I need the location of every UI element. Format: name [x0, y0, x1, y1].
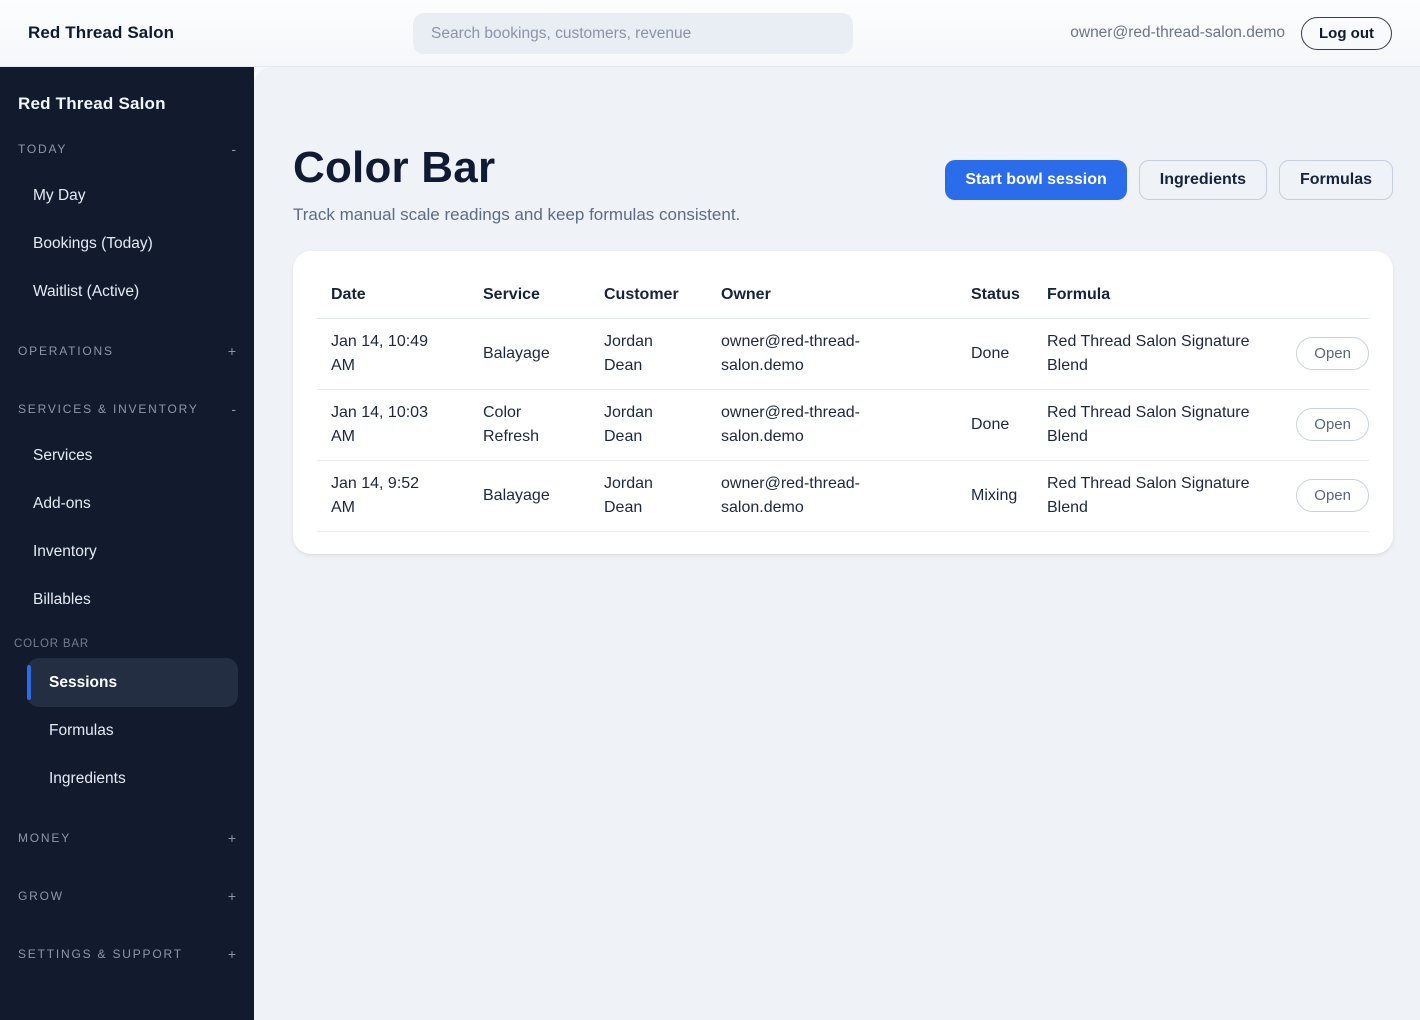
cell-owner: owner@red-thread-salon.demo: [707, 460, 957, 532]
ingredients-button[interactable]: Ingredients: [1138, 160, 1267, 200]
sidebar-item-ingredients[interactable]: Ingredients: [0, 755, 254, 803]
formulas-button[interactable]: Formulas: [1278, 160, 1393, 200]
sidebar-section-label: GROW: [18, 889, 64, 903]
sidebar-section-settings-support[interactable]: SETTINGS & SUPPORT +: [0, 931, 254, 977]
sidebar-item-label: Ingredients: [49, 770, 126, 787]
open-session-button[interactable]: Open: [1296, 479, 1369, 513]
sidebar-section-label: TODAY: [18, 142, 68, 156]
cell-formula: Red Thread Salon Signature Blend: [1033, 460, 1280, 532]
cell-date: Jan 14, 9:52 AM: [317, 460, 469, 532]
cell-owner: owner@red-thread-salon.demo: [707, 389, 957, 461]
col-header-date: Date: [317, 271, 469, 319]
start-bowl-session-button[interactable]: Start bowl session: [945, 160, 1127, 200]
cell-status: Done: [957, 389, 1033, 461]
page-header: Color Bar Track manual scale readings an…: [293, 142, 1393, 225]
sidebar-section-today[interactable]: TODAY -: [0, 126, 254, 172]
cell-service: Balayage: [469, 460, 590, 532]
sidebar-item-billables[interactable]: Billables: [0, 576, 254, 624]
logout-button[interactable]: Log out: [1301, 16, 1392, 50]
sidebar-item-services[interactable]: Services: [0, 432, 254, 480]
sidebar-section-money[interactable]: MONEY +: [0, 815, 254, 861]
table-body: Jan 14, 10:49 AM Balayage Jordan Dean owner…: [317, 318, 1369, 532]
sidebar-item-waitlist-active[interactable]: Waitlist (Active): [0, 268, 254, 316]
open-session-button[interactable]: Open: [1296, 408, 1369, 442]
sidebar-section-label: MONEY: [18, 831, 72, 845]
top-bar-right: owner@red-thread-salon.demo Log out: [1070, 16, 1392, 50]
app-body: Red Thread Salon TODAY - My Day Bookings (T…: [0, 67, 1420, 1020]
sidebar-item-label: Formulas: [49, 722, 114, 739]
expand-icon: +: [227, 946, 236, 962]
user-email: owner@red-thread-salon.demo: [1070, 24, 1286, 41]
col-header-actions: [1280, 271, 1369, 319]
cell-action: Open: [1280, 389, 1369, 461]
sidebar-section-label: SERVICES & INVENTORY: [18, 402, 199, 416]
sidebar-section-grow[interactable]: GROW +: [0, 873, 254, 919]
active-indicator-bar: [27, 665, 31, 700]
sidebar-subgroup-color-bar: COLOR BAR: [14, 638, 89, 650]
sidebar-item-add-ons[interactable]: Add-ons: [0, 480, 254, 528]
expand-icon: +: [227, 343, 236, 359]
page-actions: Start bowl session Ingredients Formulas: [945, 160, 1393, 200]
col-header-status: Status: [957, 271, 1033, 319]
sidebar: Red Thread Salon TODAY - My Day Bookings (T…: [0, 67, 254, 1020]
cell-action: Open: [1280, 318, 1369, 390]
table-header-row: Date Service Customer Owner Status Formu…: [317, 271, 1369, 319]
open-session-button[interactable]: Open: [1296, 337, 1369, 371]
cell-status: Done: [957, 318, 1033, 390]
col-header-owner: Owner: [707, 271, 957, 319]
cell-customer: Jordan Dean: [590, 389, 707, 461]
cell-date: Jan 14, 10:03 AM: [317, 389, 469, 461]
collapse-icon: -: [231, 141, 236, 157]
cell-customer: Jordan Dean: [590, 318, 707, 390]
sidebar-section-services-inventory[interactable]: SERVICES & INVENTORY -: [0, 386, 254, 432]
cell-action: Open: [1280, 460, 1369, 532]
expand-icon: +: [227, 830, 236, 846]
main-content: Color Bar Track manual scale readings an…: [254, 67, 1420, 1020]
cell-formula: Red Thread Salon Signature Blend: [1033, 389, 1280, 461]
cell-customer: Jordan Dean: [590, 460, 707, 532]
table-row: Jan 14, 10:03 AM Color Refresh Jordan Dean…: [317, 389, 1369, 461]
sidebar-title: Red Thread Salon: [18, 94, 166, 113]
cell-status: Mixing: [957, 460, 1033, 532]
page-header-text: Color Bar Track manual scale readings an…: [293, 142, 740, 225]
top-bar: Red Thread Salon owner@red-thread-salon.…: [0, 0, 1420, 67]
table-row: Jan 14, 10:49 AM Balayage Jordan Dean owner…: [317, 318, 1369, 390]
sessions-table: Date Service Customer Owner Status Formu…: [317, 271, 1369, 532]
cell-date: Jan 14, 10:49 AM: [317, 318, 469, 390]
sidebar-item-my-day[interactable]: My Day: [0, 172, 254, 220]
sidebar-item-label: Sessions: [49, 673, 118, 691]
sidebar-section-label: SETTINGS & SUPPORT: [18, 947, 183, 961]
page-title: Color Bar: [293, 143, 496, 192]
col-header-customer: Customer: [590, 271, 707, 319]
sidebar-nav: TODAY - My Day Bookings (Today) Waitlist (Ac…: [0, 126, 254, 977]
cell-formula: Red Thread Salon Signature Blend: [1033, 318, 1280, 390]
sidebar-section-operations[interactable]: OPERATIONS +: [0, 328, 254, 374]
cell-service: Color Refresh: [469, 389, 590, 461]
cell-service: Balayage: [469, 318, 590, 390]
expand-icon: +: [227, 888, 236, 904]
app-brand: Red Thread Salon: [28, 23, 175, 42]
cell-owner: owner@red-thread-salon.demo: [707, 318, 957, 390]
sidebar-item-inventory[interactable]: Inventory: [0, 528, 254, 576]
col-header-service: Service: [469, 271, 590, 319]
table-row: Jan 14, 9:52 AM Balayage Jordan Dean owner@…: [317, 460, 1369, 532]
search-input[interactable]: [413, 13, 853, 54]
col-header-formula: Formula: [1033, 271, 1280, 319]
sidebar-item-bookings-today[interactable]: Bookings (Today): [0, 220, 254, 268]
sessions-card: Date Service Customer Owner Status Formu…: [293, 250, 1393, 554]
page-subtitle: Track manual scale readings and keep for…: [293, 204, 741, 224]
sidebar-item-formulas[interactable]: Formulas: [0, 707, 254, 755]
collapse-icon: -: [231, 401, 236, 417]
sidebar-item-sessions[interactable]: Sessions: [27, 658, 238, 707]
sidebar-section-label: OPERATIONS: [18, 344, 114, 358]
